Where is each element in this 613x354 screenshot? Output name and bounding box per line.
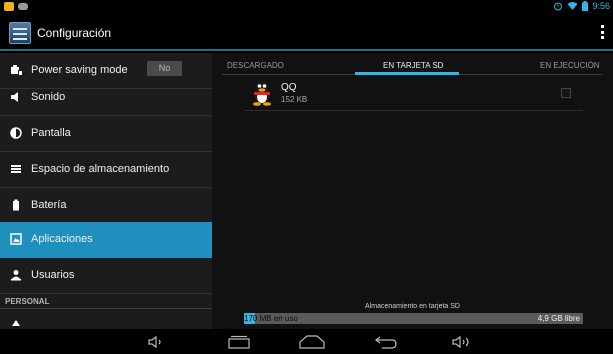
action-bar: Configuración: [0, 15, 613, 51]
app-checkbox[interactable]: [561, 88, 571, 98]
battery-icon: [13, 199, 19, 211]
overflow-menu-icon[interactable]: [601, 25, 605, 39]
section-divider: [0, 308, 212, 309]
settings-icon[interactable]: [9, 22, 31, 44]
display-icon: [10, 127, 22, 139]
location-icon: [12, 320, 20, 326]
sidebar-item-label: Usuarios: [31, 269, 75, 281]
recent-apps-icon: [228, 335, 250, 349]
list-item[interactable]: QQ 152 KB: [244, 77, 583, 111]
sidebar-item-sonido[interactable]: Sonido: [0, 80, 212, 116]
tab-descargado[interactable]: DESCARGADO: [227, 61, 284, 70]
page-title: Configuración: [37, 26, 112, 40]
volume-up-button[interactable]: [450, 331, 474, 352]
speaker-icon: [11, 92, 18, 102]
chat-notification-icon: [18, 3, 28, 10]
storage-icon: [11, 165, 21, 173]
tab-en-tarjeta-sd[interactable]: EN TARJETA SD: [383, 61, 443, 70]
apps-icon: [10, 233, 22, 245]
battery-saver-icon: [11, 65, 22, 75]
volume-up-icon: [452, 335, 469, 348]
sidebar-item-label: Pantalla: [31, 127, 71, 139]
navigation-bar: [0, 329, 613, 354]
app-notification-icon: [4, 2, 14, 11]
sidebar-item-label: Power saving mode: [31, 64, 128, 76]
sidebar-item-aplicaciones[interactable]: Aplicaciones: [0, 222, 212, 258]
sidebar-item-almacenamiento[interactable]: Espacio de almacenamiento: [0, 152, 212, 188]
storage-free-label: 4,9 GB libre: [537, 314, 580, 323]
status-time: 9:56: [592, 1, 610, 11]
settings-sidebar: Power saving mode No Sonido Pantalla Esp…: [0, 53, 212, 329]
volume-down-button[interactable]: [144, 331, 168, 352]
app-name: QQ: [281, 82, 297, 93]
home-button[interactable]: [298, 331, 326, 352]
storage-title: Almacenamiento en tarjeta SD: [365, 303, 460, 310]
sidebar-item-label: Batería: [31, 199, 67, 211]
apps-content-panel: DESCARGADO EN TARJETA SD EN EJECUCIÓN QQ…: [212, 53, 613, 329]
sidebar-item-label: Sonido: [31, 91, 66, 103]
wifi-icon: [567, 2, 578, 10]
volume-down-icon: [148, 335, 161, 348]
alarm-icon: [554, 2, 563, 11]
status-bar: 9:56: [0, 0, 613, 15]
back-icon: [375, 336, 397, 349]
app-size: 152 KB: [281, 95, 308, 104]
recent-apps-button[interactable]: [226, 331, 252, 352]
sidebar-item-bateria[interactable]: Batería: [0, 188, 212, 224]
storage-used-label: 170 MB en uso: [244, 314, 298, 323]
back-button[interactable]: [373, 331, 399, 352]
power-saving-toggle[interactable]: No: [147, 61, 182, 76]
tab-en-ejecucion[interactable]: EN EJECUCIÓN: [540, 61, 600, 70]
storage-usage-bar: 170 MB en uso 4,9 GB libre: [244, 313, 583, 324]
qq-penguin-icon: [253, 81, 271, 106]
sidebar-item-pantalla[interactable]: Pantalla: [0, 116, 212, 152]
battery-icon: [582, 1, 589, 11]
sidebar-item-usuarios[interactable]: Usuarios: [0, 258, 212, 294]
sidebar-item-label: Aplicaciones: [31, 233, 93, 245]
section-header-personal: PERSONAL: [5, 297, 50, 306]
user-icon: [11, 270, 21, 281]
sidebar-item-label: Espacio de almacenamiento: [31, 163, 170, 175]
tab-selected-indicator: [355, 72, 459, 75]
home-icon: [299, 334, 325, 349]
